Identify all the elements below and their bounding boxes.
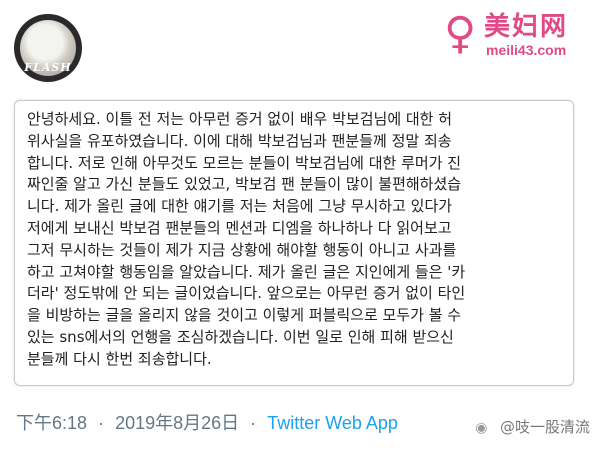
weibo-watermark: ◉ @吱一股清流 — [475, 416, 590, 437]
meta-separator: · — [250, 413, 257, 433]
text-line: 안녕하세요. 이틀 전 저는 아무런 증거 없이 배우 박보검님에 대한 허 — [27, 110, 453, 128]
text-line: 니다. 제가 올린 글에 대한 얘기를 저는 처음에 그냥 무시하고 있다가 — [27, 197, 453, 216]
tweet-meta: 下午6:18 · 2019年8月26日 · Twitter Web App — [16, 409, 398, 435]
tweet-date[interactable]: 2019年8月26日 — [115, 413, 239, 433]
text-line: 그저 무시하는 것들이 제가 지금 상황에 해야할 행동이 아니고 사과를 — [27, 240, 457, 259]
woman-silhouette-icon: ♀ — [444, 8, 477, 59]
text-line: 합니다. 저로 인해 아무것도 모르는 분들이 박보검님에 대한 루머가 진 — [27, 153, 462, 172]
text-line: 하고 고쳐야할 행동임을 알았습니다. 제가 올린 글은 지인에게 들은 '카 — [27, 262, 466, 281]
weibo-icon: ◉ — [475, 420, 488, 436]
tweet-source-link[interactable]: Twitter Web App — [267, 413, 398, 433]
watermark-title: 美妇网 — [484, 12, 569, 42]
text-line: 을 비방하는 글을 올리지 않을 것이고 이렇게 퍼블릭으로 모두가 볼 수 — [27, 306, 462, 325]
text-line: 위사실을 유포하였습니다. 이에 대해 박보검님과 팬분들께 정말 죄송 — [27, 131, 452, 150]
text-line: 있는 sns에서의 언행을 조심하겠습니다. 이번 일로 인해 피해 받으신 — [27, 327, 454, 346]
tweet-time[interactable]: 下午6:18 — [16, 413, 87, 433]
site-watermark: ♀ 美妇网 meili43.com — [442, 4, 592, 68]
text-line: 짜인줄 알고 가신 분들도 있었고, 박보검 팬 분들이 많이 불편해하셨습 — [27, 175, 462, 194]
profile-avatar[interactable]: FLASH — [14, 14, 82, 82]
text-line: 더라' 정도밖에 안 되는 글이었습니다. 앞으로는 아무런 증거 없이 타인 — [27, 284, 466, 303]
text-line: 분들께 다시 한번 죄송합니다. — [27, 349, 212, 368]
meta-separator: · — [98, 413, 105, 433]
text-line: 저에게 보내신 박보검 팬분들의 멘션과 디엠을 하나하나 다 읽어보고 — [27, 218, 452, 237]
tweet-apology-text: 안녕하세요. 이틀 전 저는 아무런 증거 없이 배우 박보검님에 대한 허 위… — [27, 109, 561, 371]
avatar-label: FLASH — [24, 61, 72, 74]
tweet-image-card[interactable]: 안녕하세요. 이틀 전 저는 아무런 증거 없이 배우 박보검님에 대한 허 위… — [14, 100, 574, 386]
watermark-url: meili43.com — [486, 42, 567, 58]
weibo-handle: @吱一股清流 — [499, 418, 590, 436]
